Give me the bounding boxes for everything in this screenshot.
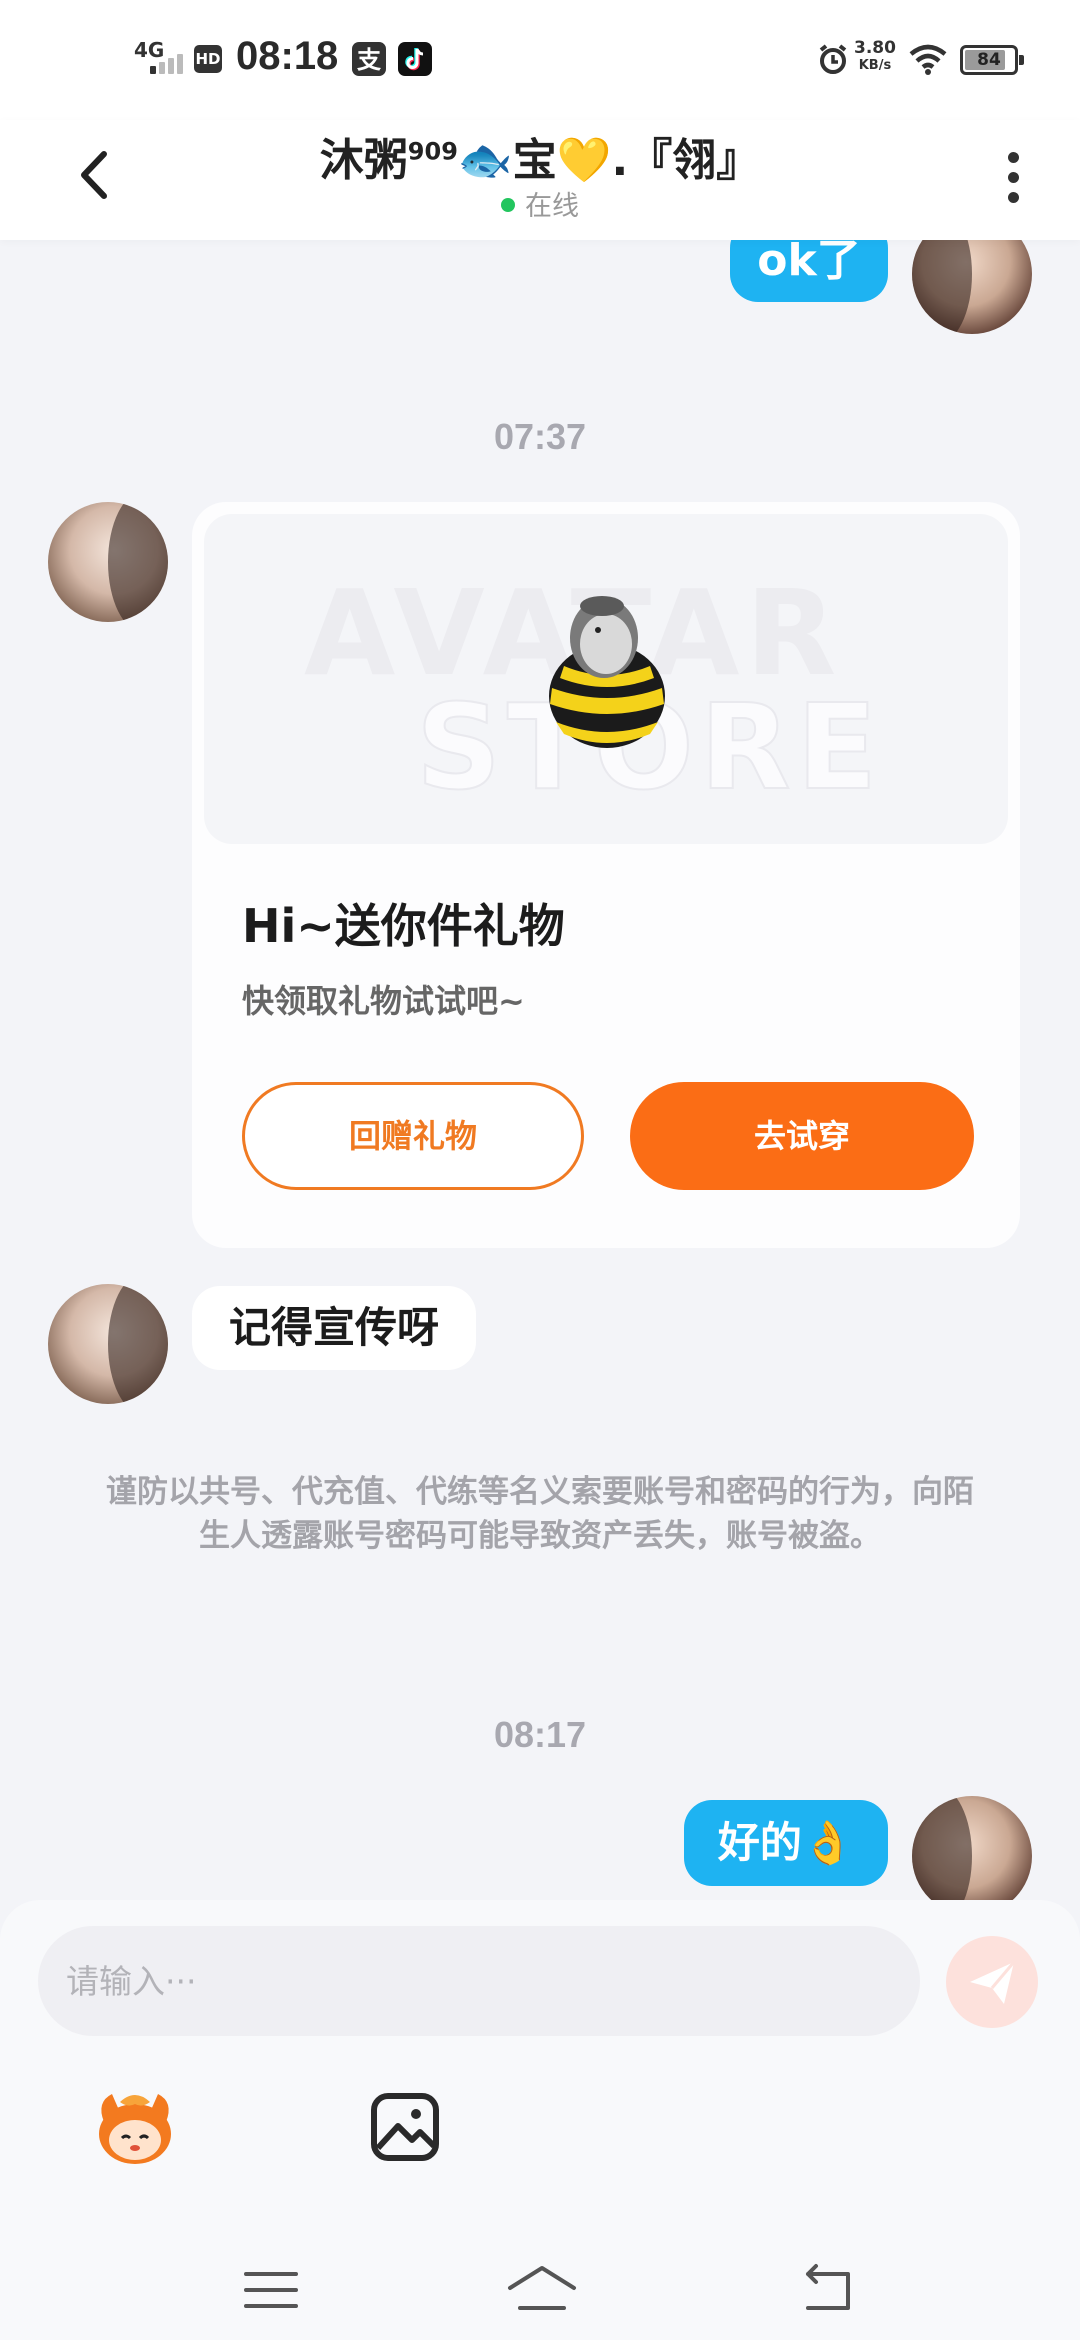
home-icon	[508, 2266, 576, 2310]
mascot-icon	[99, 2094, 171, 2164]
timestamp: 08:17	[493, 1714, 587, 1755]
online-status-label: 在线	[525, 191, 579, 222]
gift-subtitle: 快领取礼物试试吧~	[242, 982, 525, 1020]
chat-header: 沐粥909🐟宝💛.『翎』 在线	[0, 120, 1080, 240]
online-status: 在线	[0, 184, 1080, 223]
chat-title-number: 909	[407, 137, 458, 166]
send-icon	[970, 1961, 1016, 2004]
menu-icon	[244, 2272, 298, 2308]
chat-title-name: 沐粥	[319, 135, 408, 186]
avatar-hair	[108, 502, 168, 622]
chat-title: 沐粥909🐟宝💛.『翎』	[0, 124, 1080, 188]
gift-card[interactable]: AVATAR STORE Hi~送你件礼物 快领取礼物试试吧~ 回赠礼物 去试穿	[192, 502, 1020, 1248]
input-panel	[0, 1900, 1080, 2340]
nav-home-button[interactable]	[502, 2250, 582, 2330]
try-on-button[interactable]: 去试穿	[630, 1082, 974, 1190]
avatar-hair	[108, 1284, 168, 1404]
chat-title-suffix: 🐟宝💛.『翎』	[457, 135, 761, 186]
send-button[interactable]	[946, 1936, 1038, 2028]
contact-avatar[interactable]	[48, 1284, 168, 1404]
network-speed-value: 3.80	[854, 38, 896, 58]
status-bar: 4G HD 08:18 支 3.80 KB/s 84	[0, 0, 1080, 120]
avatar-hair	[912, 1796, 972, 1916]
gift-title: Hi~送你件礼物	[242, 899, 565, 953]
hd-icon: HD	[194, 45, 222, 73]
image-picker-button[interactable]	[360, 2082, 450, 2172]
message-input[interactable]	[38, 1926, 920, 2036]
online-dot-icon	[501, 198, 515, 212]
gift-item-icon	[549, 596, 665, 748]
more-options-button[interactable]	[994, 142, 1034, 212]
message-text: ok了	[757, 235, 861, 286]
message-text: 好的👌	[717, 1818, 855, 1867]
my-avatar[interactable]	[912, 1796, 1032, 1916]
alipay-icon: 支	[352, 42, 386, 76]
mascot-emoji-button[interactable]	[90, 2082, 180, 2172]
message-bubble-me[interactable]: 好的👌	[684, 1800, 888, 1886]
status-time: 08:18	[236, 34, 339, 78]
wifi-icon	[909, 44, 947, 75]
contact-avatar[interactable]	[48, 502, 168, 622]
network-speed-unit: KB/s	[858, 58, 892, 73]
network-speed: 3.80 KB/s	[854, 40, 896, 74]
battery-icon: 84	[960, 45, 1024, 75]
signal-icon	[150, 52, 186, 74]
message-bubble-other[interactable]: 记得宣传呀	[192, 1286, 476, 1370]
message-text: 记得宣传呀	[228, 1303, 439, 1352]
back-arrow-icon	[806, 2264, 850, 2310]
security-warning: 谨防以共号、代充值、代练等名义索要账号和密码的行为，向陌生人透露账号密码可能导致…	[106, 1474, 974, 1554]
battery-level: 84	[977, 50, 1001, 70]
timestamp: 07:37	[493, 416, 587, 457]
alarm-icon	[819, 44, 847, 74]
image-icon	[371, 2093, 439, 2161]
nav-menu-button[interactable]	[232, 2250, 312, 2330]
return-gift-button[interactable]: 回赠礼物	[242, 1082, 584, 1190]
svg-text:支: 支	[357, 46, 382, 74]
tiktok-icon	[398, 42, 432, 76]
gift-preview[interactable]: AVATAR STORE	[204, 514, 1008, 844]
nav-back-button[interactable]	[786, 2250, 866, 2330]
